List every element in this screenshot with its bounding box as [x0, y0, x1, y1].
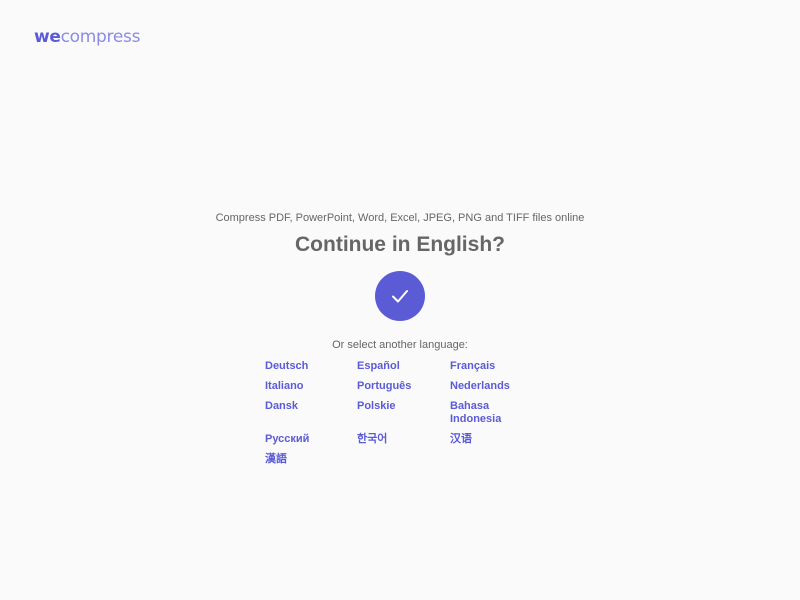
language-link-italiano[interactable]: Italiano	[265, 380, 357, 393]
page-title: Continue in English?	[295, 233, 505, 256]
logo-compress: compress	[60, 27, 141, 47]
wecompress-logo[interactable]: wecompress	[34, 26, 140, 48]
language-link-dansk[interactable]: Dansk	[265, 400, 357, 426]
page: wecompress Compress PDF, PowerPoint, Wor…	[0, 0, 800, 600]
tagline: Compress PDF, PowerPoint, Word, Excel, J…	[215, 212, 585, 224]
language-prompt: Compress PDF, PowerPoint, Word, Excel, J…	[0, 210, 800, 353]
logo-we: we	[34, 27, 61, 47]
language-link-espanol[interactable]: Español	[357, 360, 450, 373]
language-link-nederlands[interactable]: Nederlands	[450, 380, 545, 393]
language-link-polskie[interactable]: Polskie	[357, 400, 450, 426]
language-link-korean[interactable]: 한국어	[357, 433, 450, 446]
language-link-chinese-traditional[interactable]: 漢語	[265, 453, 357, 466]
language-link-chinese-simplified[interactable]: 汉语	[450, 433, 545, 446]
language-link-russian[interactable]: Русский	[265, 433, 357, 446]
language-link-portugues[interactable]: Português	[357, 380, 450, 393]
language-list: Deutsch Español Français Italiano Portug…	[265, 360, 545, 466]
language-link-francais[interactable]: Français	[450, 360, 545, 373]
language-link-bahasa-indonesia[interactable]: Bahasa Indonesia	[450, 400, 510, 426]
confirm-english-button[interactable]	[375, 271, 425, 321]
checkmark-icon	[392, 290, 408, 303]
select-language-label: Or select another language:	[332, 339, 468, 351]
language-link-deutsch[interactable]: Deutsch	[265, 360, 357, 373]
